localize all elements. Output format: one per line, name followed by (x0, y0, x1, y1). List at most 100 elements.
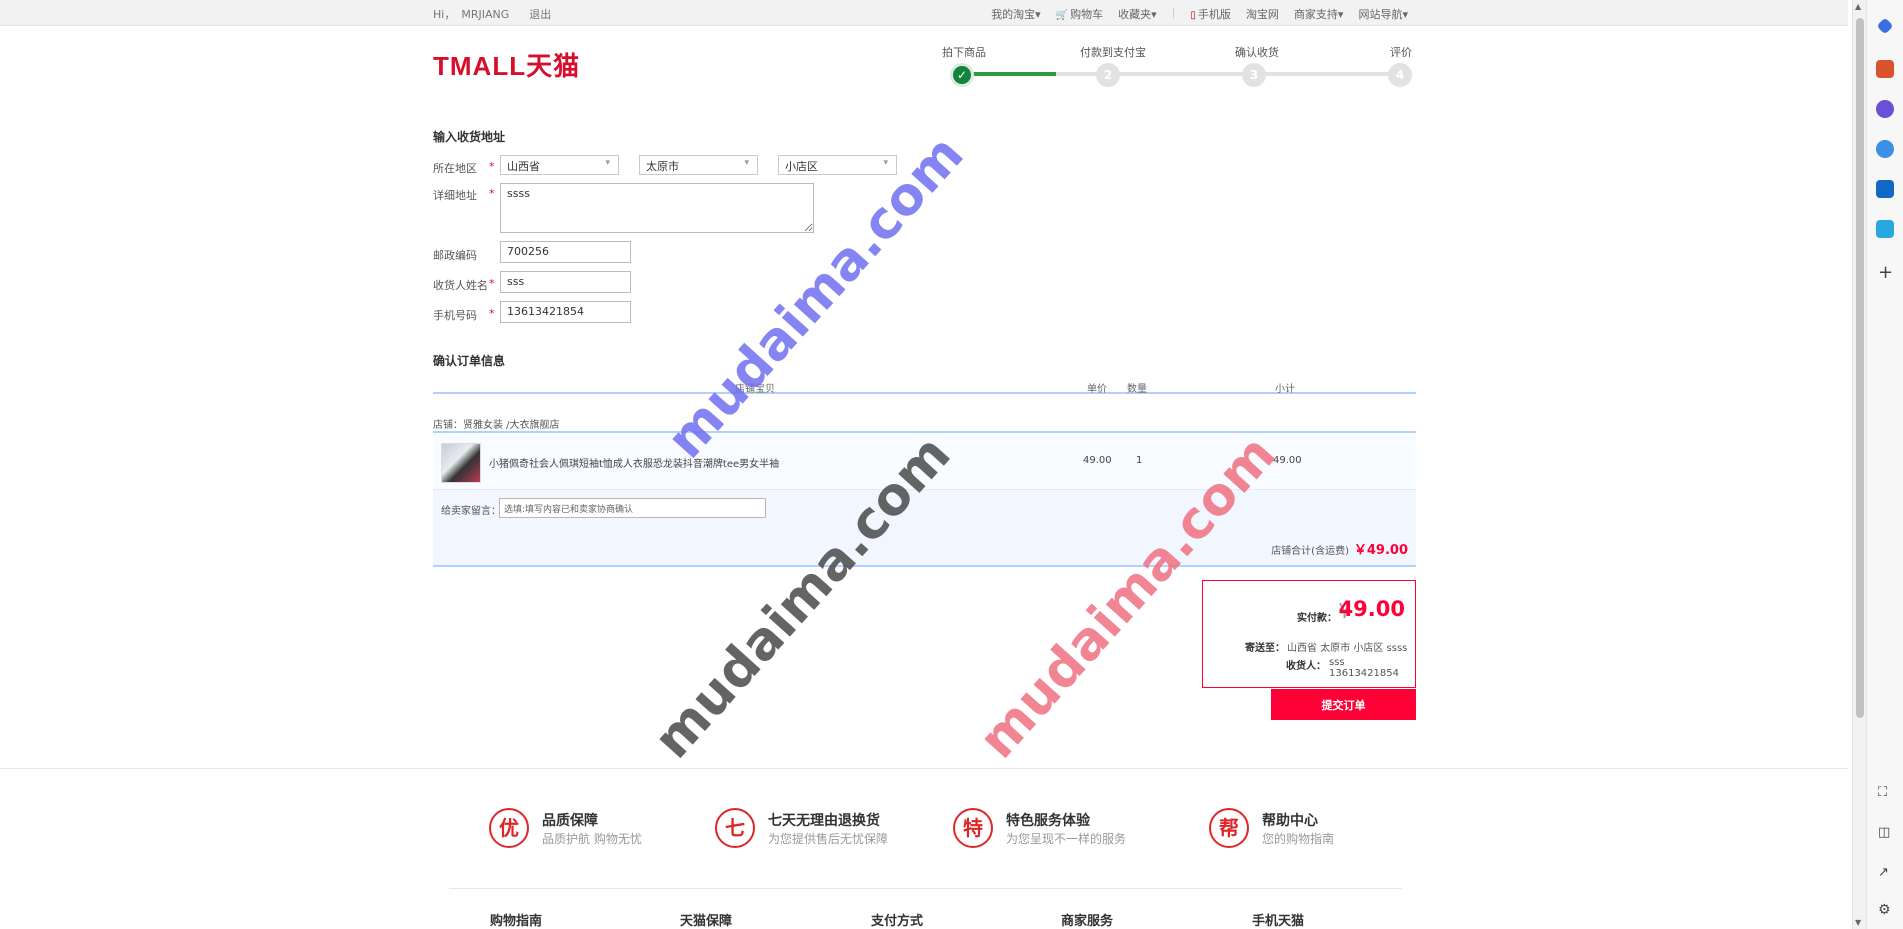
product-thumbnail[interactable] (441, 443, 481, 483)
phone-label: 手机号码 (433, 309, 477, 322)
help-icon: 帮 (1209, 808, 1249, 848)
seller-message-input[interactable]: 选填:填写内容已和卖家协商确认 (499, 498, 766, 518)
footer-divider (0, 768, 1848, 769)
quality-icon: 优 (489, 808, 529, 848)
site-nav-link[interactable]: 网站导航▾ (1358, 6, 1408, 22)
step-label-4: 评价 (1390, 46, 1412, 59)
return-icon: 七 (715, 808, 755, 848)
merchant-support-link[interactable]: 商家支持▾ (1294, 6, 1344, 22)
detail-address-textarea[interactable] (500, 183, 814, 233)
taobao-link[interactable]: 淘宝网 (1246, 6, 1279, 22)
district-value: 小店区 (785, 160, 818, 173)
tag-icon[interactable] (1876, 17, 1894, 35)
scroll-down-icon[interactable]: ▼ (1855, 918, 1861, 927)
order-summary-box: 实付款： ¥ 49.00 寄送至： 山西省 太原市 小店区 ssss 收货人： … (1202, 580, 1416, 688)
footer-link-payment[interactable]: 支付方式 (871, 910, 923, 929)
add-icon[interactable]: + (1878, 262, 1893, 283)
promise-sub: 您的购物指南 (1262, 832, 1335, 846)
promise-title: 特色服务体验 (1006, 813, 1090, 829)
shop-row: 店铺：贤雅女装 /大衣旗舰店 (433, 416, 1416, 433)
shop-total-row: 店铺合计(含运费) ￥49.00 (433, 525, 1416, 567)
favorites-link[interactable]: 收藏夹▾ (1118, 6, 1157, 22)
ship-to-value: 山西省 太原市 小店区 ssss (1287, 643, 1408, 654)
province-value: 山西省 (507, 160, 540, 173)
product-subtotal: 49.00 (1273, 455, 1302, 466)
send-icon[interactable] (1876, 220, 1894, 238)
cart-icon: 🛒 (1055, 10, 1069, 21)
user-icon[interactable] (1876, 100, 1894, 118)
order-table-header: 店铺宝贝 单价 数量 小计 (433, 378, 1416, 395)
order-progress-steps: 拍下商品 付款到支付宝 确认收货 评价 ✓ 2 3 4 (942, 44, 1416, 94)
product-quantity: 1 (1136, 455, 1143, 466)
promise-sub: 为您提供售后无忧保障 (768, 832, 889, 846)
receiver-label: 收货人： (1286, 661, 1326, 672)
browser-sidebar: + ⛶ ◫ ↗ ⚙ (1866, 0, 1903, 929)
footer-separator (449, 888, 1402, 889)
cart-link[interactable]: 🛒 购物车 (1056, 6, 1103, 22)
zip-input[interactable]: 700256 (500, 241, 631, 263)
header-quantity: 数量 (1127, 384, 1147, 395)
city-value: 太原市 (646, 160, 679, 173)
service-icon: 特 (953, 808, 993, 848)
footer-link-shopping-guide[interactable]: 购物指南 (490, 910, 542, 929)
page-scrollbar[interactable]: ▲ ▼ (1852, 0, 1866, 929)
address-section-title: 输入收货地址 (433, 130, 506, 144)
step-dot-2: 2 (1096, 63, 1120, 87)
step-dot-4: 4 (1388, 63, 1412, 87)
cart-label: 购物车 (1070, 8, 1104, 21)
phone-input[interactable]: 13613421854 (500, 301, 631, 323)
user-greeting: Hi， MRJIANG 退出 (433, 6, 557, 22)
step-check-icon: ✓ (950, 63, 974, 87)
step-dot-3: 3 (1242, 63, 1266, 87)
sidebar-toggle-icon[interactable]: ◫ (1878, 825, 1890, 840)
chevron-down-icon: ▾ (883, 158, 888, 168)
required-mark: * (489, 160, 495, 173)
pay-label: 实付款： (1297, 613, 1337, 624)
district-select[interactable]: 小店区 ▾ (778, 155, 897, 175)
username-link[interactable]: MRJIANG (461, 8, 509, 21)
pay-amount: 49.00 (1338, 597, 1405, 621)
site-topbar: Hi， MRJIANG 退出 我的淘宝▾ 🛒 购物车 收藏夹▾ | ▯ 手机版 淘宝网 … (0, 0, 1848, 26)
receiver-name-input[interactable]: sss (500, 271, 631, 293)
nav-separator: | (1171, 6, 1176, 19)
footer-link-tmall-guarantee[interactable]: 天猫保障 (680, 910, 732, 929)
submit-order-button[interactable]: 提交订单 (1271, 689, 1416, 720)
product-price: 49.00 (1083, 455, 1112, 466)
shop-name[interactable]: 店铺：贤雅女装 /大衣旗舰店 (433, 420, 560, 431)
toolbox-icon[interactable] (1876, 60, 1894, 78)
footer-link-mobile-tmall[interactable]: 手机天猫 (1252, 910, 1304, 929)
footer-link-merchant[interactable]: 商家服务 (1061, 910, 1113, 929)
settings-icon[interactable]: ⚙ (1878, 902, 1891, 918)
city-select[interactable]: 太原市 ▾ (639, 155, 758, 175)
detail-address-label: 详细地址 (433, 189, 477, 202)
step-label-1: 拍下商品 (942, 46, 986, 59)
product-name[interactable]: 小猪佩奇社会人佩琪短袖t恤成人衣服恐龙装抖音潮牌tee男女半袖 (489, 455, 779, 470)
outlook-icon[interactable] (1876, 180, 1894, 198)
required-mark: * (489, 277, 495, 290)
scrollbar-thumb[interactable] (1856, 18, 1864, 718)
order-section-title: 确认订单信息 (433, 354, 506, 368)
receiver-name-label: 收货人姓名 (433, 279, 488, 292)
table-row: 小猪佩奇社会人佩琪短袖t恤成人衣服恐龙装抖音潮牌tee男女半袖 49.00 1 … (433, 433, 1416, 490)
ship-to-label: 寄送至： (1245, 643, 1285, 654)
my-taobao-link[interactable]: 我的淘宝▾ (991, 6, 1041, 22)
copilot-icon[interactable] (1876, 140, 1894, 158)
promise-title: 品质保障 (542, 813, 598, 829)
logout-link[interactable]: 退出 (529, 8, 551, 21)
region-label: 所在地区 (433, 162, 477, 175)
greeting-text: Hi， (433, 8, 456, 21)
tmall-logo[interactable]: TMALL天猫 (433, 46, 580, 83)
province-select[interactable]: 山西省 ▾ (500, 155, 619, 175)
promise-sub: 为您呈现不一样的服务 (1006, 832, 1127, 846)
promise-title: 帮助中心 (1262, 813, 1318, 829)
required-mark: * (489, 307, 495, 320)
mobile-label: 手机版 (1197, 8, 1231, 21)
seller-message-label: 给卖家留言： (441, 506, 501, 517)
mobile-link[interactable]: ▯ 手机版 (1190, 6, 1231, 22)
chevron-down-icon: ▾ (605, 158, 610, 168)
promise-title: 七天无理由退换货 (768, 813, 880, 829)
scroll-up-icon[interactable]: ▲ (1855, 2, 1861, 11)
screenshot-icon[interactable]: ⛶ (1878, 785, 1887, 800)
required-mark: * (489, 187, 495, 200)
external-link-icon[interactable]: ↗ (1878, 865, 1889, 880)
